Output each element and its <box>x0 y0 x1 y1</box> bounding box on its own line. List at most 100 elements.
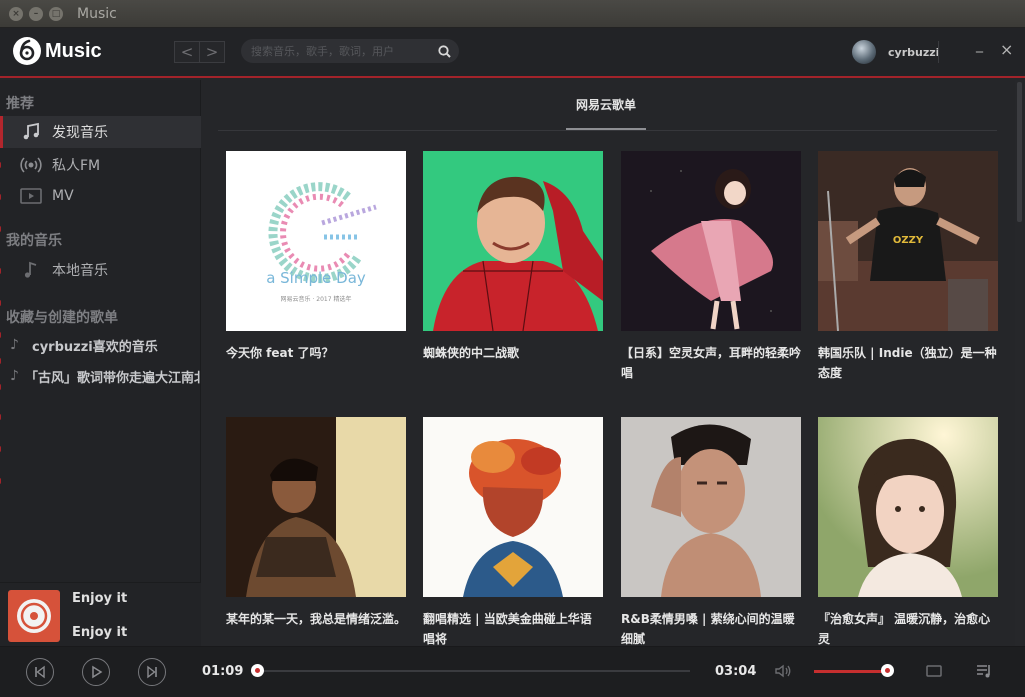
playlist-card[interactable]: OZZY 韩国乐队 | Indie（独立）是一种态度 <box>818 151 998 383</box>
playlist-title[interactable]: 蜘蛛侠的中二战歌 <box>423 343 603 363</box>
music-app-window: × – □ Music Music < > c <box>0 0 1025 697</box>
sidebar-item-label: 发现音乐 <box>52 125 108 141</box>
playlist-cover[interactable] <box>818 417 998 597</box>
window-title: Music <box>77 5 117 22</box>
playlist-card[interactable]: R&B柔情男嗓 | 萦绕心间的温暖细腻 <box>621 417 801 646</box>
os-close-button[interactable]: × <box>9 6 23 21</box>
playlist-label: cyrbuzzi喜欢的音乐 <box>32 339 158 355</box>
volume-handle[interactable] <box>881 664 894 677</box>
forward-button[interactable]: > <box>199 41 225 63</box>
now-playing-title: Enjoy it <box>72 591 128 606</box>
play-button[interactable] <box>82 658 110 686</box>
sidebar-item-personal-fm[interactable]: 私人FM <box>0 149 201 181</box>
player-bar: 01:09 03:04 <box>0 646 1025 697</box>
avatar[interactable] <box>852 40 876 64</box>
playlist-card[interactable]: 蜘蛛侠的中二战歌 <box>423 151 603 363</box>
tab-divider <box>218 130 997 131</box>
playlist-item-gufeng[interactable]: ♪ 「古风」歌词带你走遍大江南北 <box>0 362 201 390</box>
now-playing-panel[interactable]: Enjoy it Enjoy it <box>0 582 201 646</box>
os-title-bar: × – □ Music <box>0 0 1025 28</box>
playlist-cover[interactable] <box>621 417 801 597</box>
radio-icon <box>18 154 44 176</box>
music-note-icon: ♪ <box>10 337 19 353</box>
playlist-title[interactable]: 韩国乐队 | Indie（独立）是一种态度 <box>818 343 998 383</box>
play-icon <box>92 665 103 679</box>
svg-text:OZZY: OZZY <box>893 235 924 246</box>
playlist-title[interactable]: 今天你 feat 了吗？ <box>226 343 406 363</box>
playlist-item-liked[interactable]: ♪ cyrbuzzi喜欢的音乐 <box>0 331 201 359</box>
playlist-cover[interactable] <box>621 151 801 331</box>
volume-level <box>814 670 887 673</box>
logo-text: Music <box>45 39 102 62</box>
sidebar-item-label: 私人FM <box>52 158 101 174</box>
playlist-cover[interactable]: a Simple Day 网易云音乐 · 2017 精选年 <box>226 151 406 331</box>
volume-icon[interactable] <box>774 662 792 680</box>
app-logo: Music <box>12 36 102 66</box>
healing-female-portrait-artwork <box>818 417 998 597</box>
playlist-cover[interactable] <box>226 417 406 597</box>
search-input[interactable] <box>251 44 438 58</box>
svg-text:网易云音乐 · 2017 精选年: 网易云音乐 · 2017 精选年 <box>281 295 352 303</box>
playlist-card[interactable]: 翻唱精选 | 当欧美金曲碰上华语唱将 <box>423 417 603 646</box>
playlist-title[interactable]: 【日系】空灵女声，耳畔的轻柔吟唱 <box>621 343 801 383</box>
playlist-title[interactable]: 某年的某一天，我总是情绪泛滥。 <box>226 609 406 629</box>
sidebar-item-mv[interactable]: MV <box>0 180 201 212</box>
close-button[interactable]: × <box>1000 42 1013 58</box>
playlist-queue-icon[interactable] <box>975 662 993 680</box>
tab-netease-playlists[interactable]: 网易云歌单 <box>566 96 646 113</box>
os-minimize-button[interactable]: – <box>29 6 43 21</box>
music-note-icon <box>18 259 44 281</box>
skip-previous-icon <box>35 665 45 679</box>
music-note-icon <box>18 121 44 143</box>
retro-portrait-artwork <box>226 417 406 597</box>
progress-handle[interactable] <box>251 664 264 677</box>
header-divider <box>938 41 939 63</box>
playlist-cover[interactable] <box>423 417 603 597</box>
anime-girl-artwork <box>621 151 801 331</box>
app-header: Music < > cyrbuzzi _ × <box>0 28 1025 78</box>
next-button[interactable] <box>138 658 166 686</box>
autumn-leaves-artwork <box>423 417 603 597</box>
now-playing-artist: Enjoy it <box>72 625 128 640</box>
search-box <box>241 39 459 63</box>
sidebar-item-label: MV <box>52 188 74 204</box>
previous-button[interactable] <box>26 658 54 686</box>
minimize-button[interactable]: _ <box>976 38 983 52</box>
playlist-title[interactable]: 『治愈女声』 温暖沉静，治愈心灵 <box>818 609 998 646</box>
sidebar: 推荐 发现音乐 私人FM MV 我的音乐 本地音乐 收藏与创建的歌单 ♪ cyr… <box>0 80 201 646</box>
playlist-card[interactable]: 『治愈女声』 温暖沉静，治愈心灵 <box>818 417 998 646</box>
spiderman-artwork <box>423 151 603 331</box>
vinyl-disc-icon <box>17 599 51 633</box>
user-profile[interactable]: cyrbuzzi <box>852 40 939 64</box>
playlist-title[interactable]: 翻唱精选 | 当欧美金曲碰上华语唱将 <box>423 609 603 646</box>
search-icon[interactable] <box>438 44 451 58</box>
repeat-icon[interactable] <box>925 662 943 680</box>
back-button[interactable]: < <box>174 41 200 63</box>
history-navigation: < > <box>174 41 225 63</box>
section-title-playlists: 收藏与创建的歌单 <box>6 310 118 326</box>
progress-bar[interactable] <box>257 670 690 672</box>
total-time: 03:04 <box>715 664 757 679</box>
os-maximize-button[interactable]: □ <box>49 6 63 21</box>
sidebar-item-local-music[interactable]: 本地音乐 <box>0 254 201 286</box>
playlist-label: 「古风」歌词带你走遍大江南北 <box>24 370 201 386</box>
playlist-card[interactable]: 某年的某一天，我总是情绪泛滥。 <box>226 417 406 629</box>
video-icon <box>18 185 44 207</box>
main-scrollbar-thumb[interactable] <box>1017 82 1022 222</box>
netease-logo-icon <box>13 37 41 65</box>
playlist-cover[interactable] <box>423 151 603 331</box>
now-playing-cover[interactable] <box>8 590 60 642</box>
indie-band-artwork: OZZY <box>818 151 998 331</box>
playlist-card[interactable]: 【日系】空灵女声，耳畔的轻柔吟唱 <box>621 151 801 383</box>
playlist-card[interactable]: a Simple Day 网易云音乐 · 2017 精选年 今天你 feat 了… <box>226 151 406 363</box>
svg-text:a Simple Day: a Simple Day <box>266 269 366 287</box>
playlist-title[interactable]: R&B柔情男嗓 | 萦绕心间的温暖细腻 <box>621 609 801 646</box>
sidebar-item-discover-music[interactable]: 发现音乐 <box>0 116 201 148</box>
main-content: 网易云歌单 a Simple Day 网易云音乐 · 2017 精选年 今天你 … <box>202 80 1025 646</box>
simple-day-artwork: a Simple Day 网易云音乐 · 2017 精选年 <box>266 182 377 303</box>
current-time: 01:09 <box>202 664 244 679</box>
section-title-my-music: 我的音乐 <box>6 233 62 249</box>
playlist-cover[interactable]: OZZY <box>818 151 998 331</box>
volume-slider[interactable] <box>814 670 887 673</box>
username[interactable]: cyrbuzzi <box>888 46 939 59</box>
